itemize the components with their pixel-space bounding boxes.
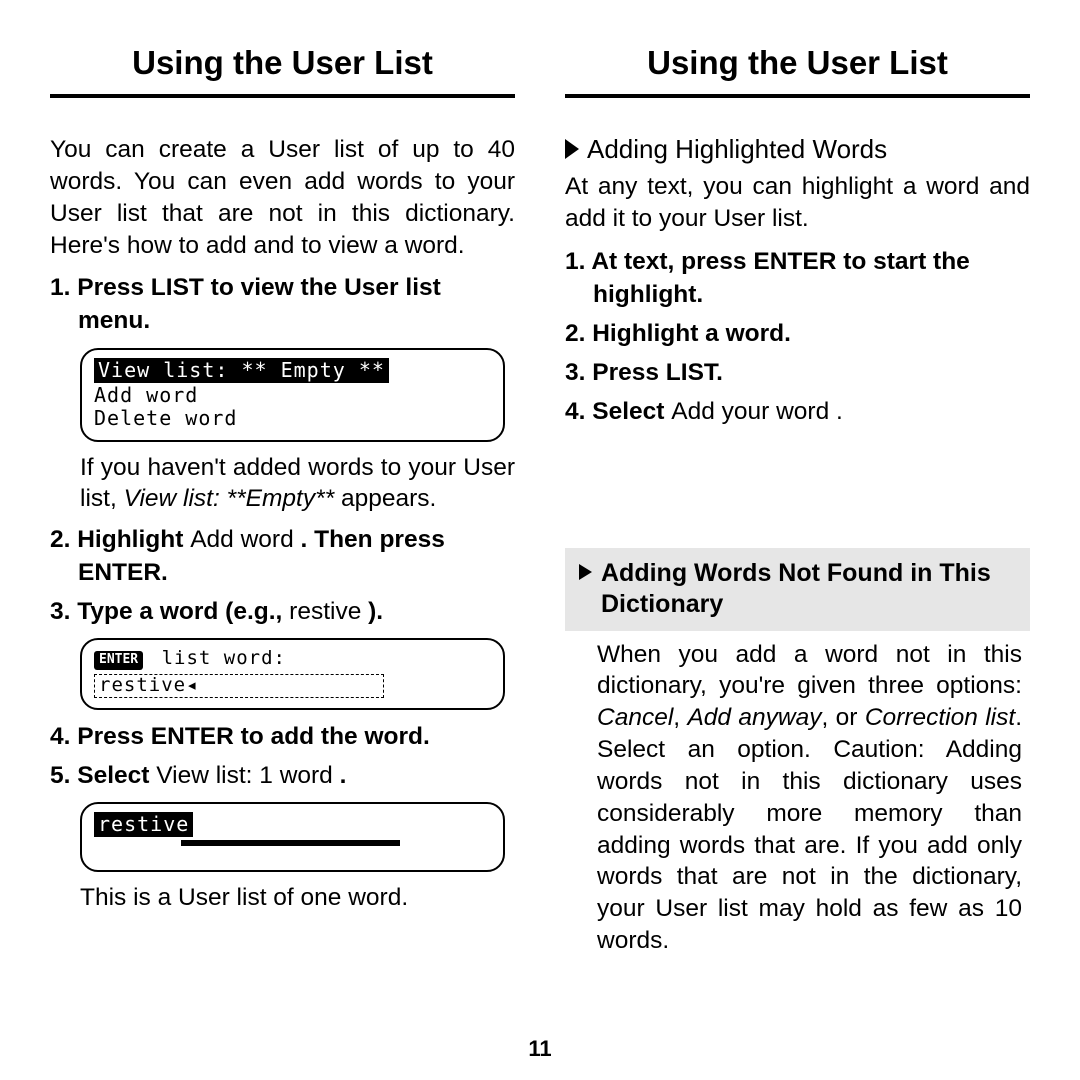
page-title: Using the User List (50, 44, 515, 82)
step-r3: 3. Press LIST. (565, 356, 1030, 389)
step-r4: 4. Select Add your word . (565, 395, 1030, 428)
note-empty-list: If you haven't added words to your User … (80, 452, 515, 516)
note-one-word: This is a User list of one word. (80, 882, 515, 914)
divider (565, 94, 1030, 98)
lcd-screen-menu: View list: ** Empty ** Add word Delete w… (80, 348, 505, 442)
divider (50, 94, 515, 98)
tip-box-heading: Adding Words Not Found in This Dictionar… (565, 548, 1030, 631)
step-3: 3. Type a word (e.g., restive ). (50, 595, 515, 628)
step-r1: 1. At text, press ENTER to start the hig… (565, 245, 1030, 311)
left-column: Using the User List You can create a Use… (50, 40, 515, 1060)
triangle-icon (565, 139, 579, 159)
step-1: 1. Press LIST to view the User list menu… (50, 271, 515, 337)
lcd-screen-enter-word: ENTER list word: restive◂ (80, 638, 505, 710)
tip-box-body: When you add a word not in this dictiona… (565, 639, 1030, 957)
subsection-heading: Adding Highlighted Words (565, 134, 1030, 165)
right-column: Using the User List Adding Highlighted W… (565, 40, 1030, 1060)
lcd-screen-list-view: restive (80, 802, 505, 872)
step-2: 2. Highlight Add word . Then press ENTER… (50, 523, 515, 589)
intro-paragraph: You can create a User list of up to 40 w… (50, 134, 515, 261)
enter-key-icon: ENTER (94, 651, 143, 670)
subsection-body: At any text, you can highlight a word an… (565, 171, 1030, 235)
page-number: 11 (0, 1036, 1080, 1062)
page-title: Using the User List (565, 44, 1030, 82)
step-r2: 2. Highlight a word. (565, 317, 1030, 350)
step-4: 4. Press ENTER to add the word. (50, 720, 515, 753)
step-5: 5. Select View list: 1 word . (50, 759, 515, 792)
